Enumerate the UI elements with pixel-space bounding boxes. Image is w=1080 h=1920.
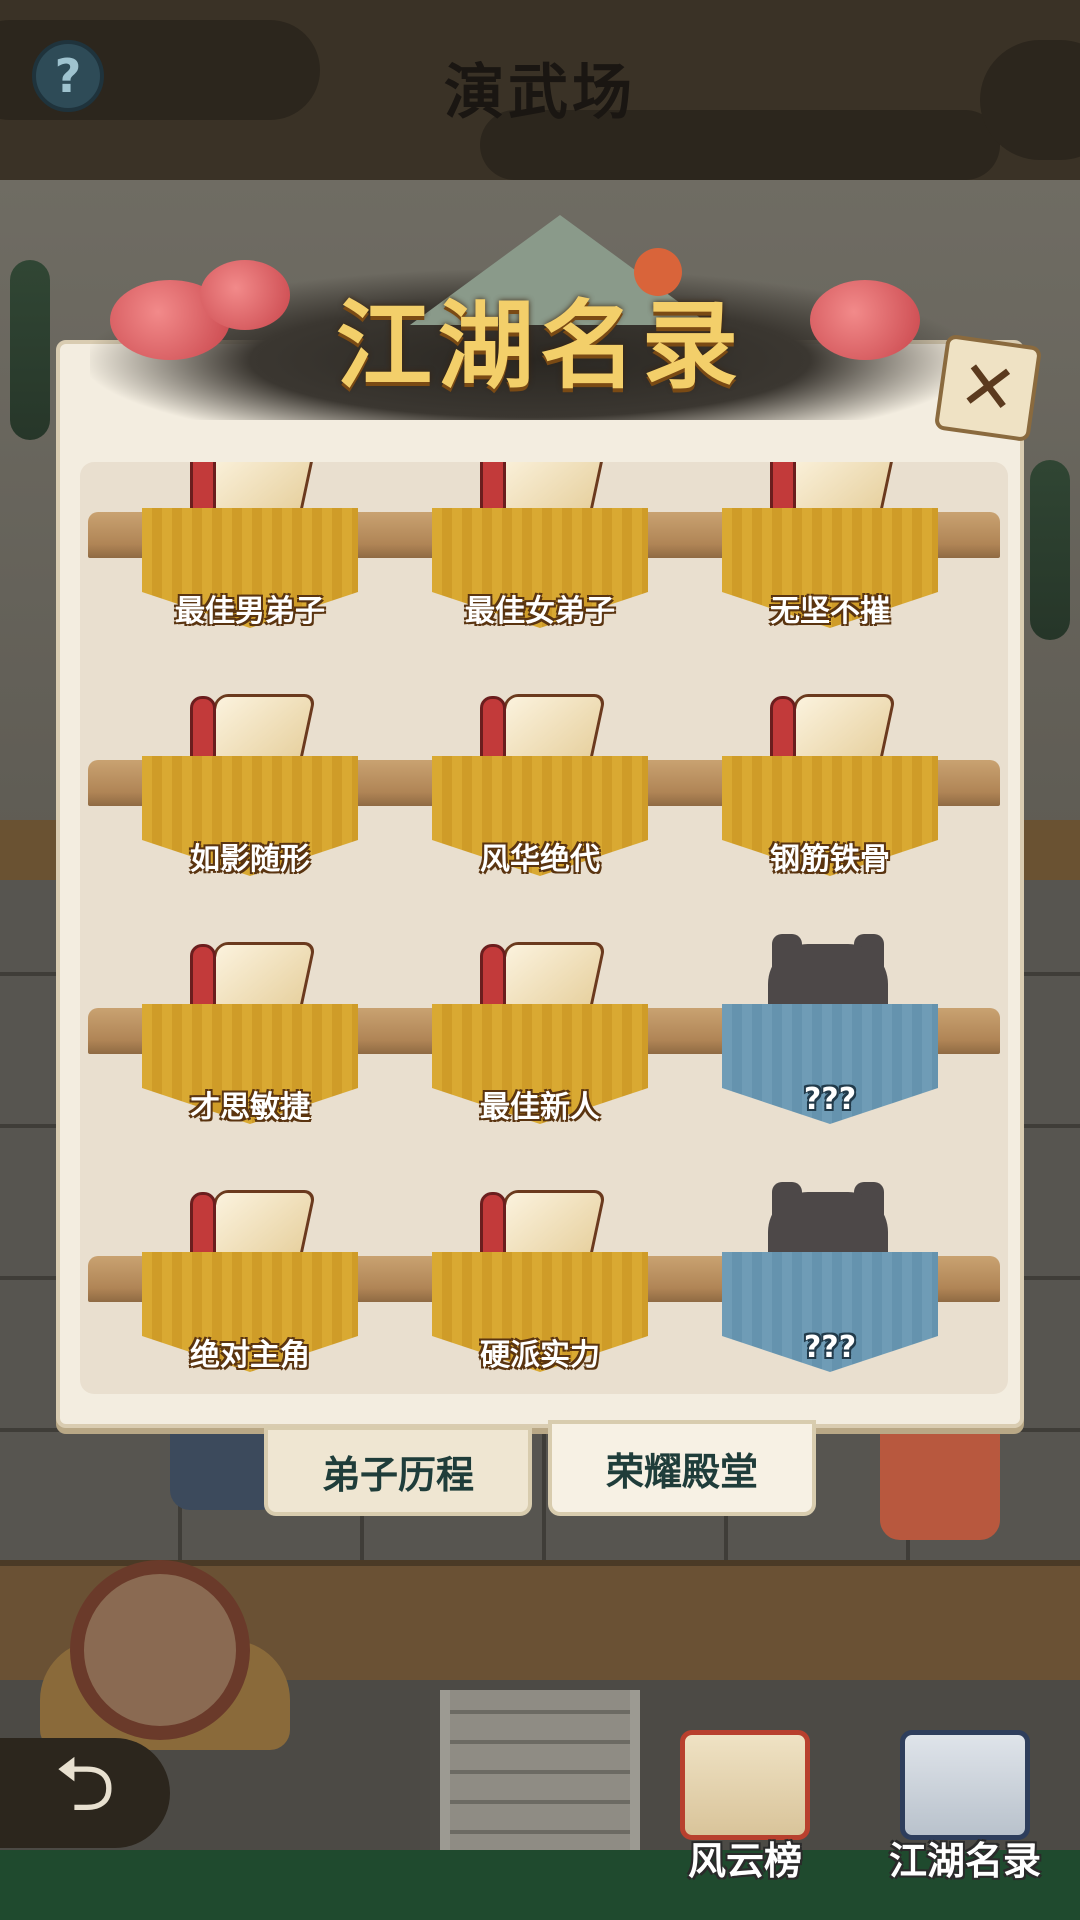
award-card-locked[interactable]: ??? bbox=[722, 1182, 938, 1372]
award-card[interactable]: 钢筋铁骨 bbox=[722, 686, 938, 877]
award-card[interactable]: 最佳新人 bbox=[432, 934, 648, 1125]
ranking-scroll-icon bbox=[680, 1730, 810, 1840]
blossom-tree bbox=[810, 280, 920, 360]
award-label: 无坚不摧 bbox=[770, 594, 890, 629]
award-label: 最佳新人 bbox=[480, 1090, 600, 1125]
award-label: 如影随形 bbox=[190, 842, 310, 877]
nav-roster-label: 江湖名录 bbox=[888, 1838, 1041, 1883]
award-card[interactable]: 最佳男弟子 bbox=[142, 462, 358, 629]
award-label: 最佳女弟子 bbox=[465, 594, 615, 629]
award-label: 最佳男弟子 bbox=[175, 594, 325, 629]
question-mark-icon: ? bbox=[54, 49, 82, 103]
nav-jianghu-roster[interactable]: 江湖名录 bbox=[880, 1730, 1050, 1920]
award-card-locked[interactable]: ??? bbox=[722, 934, 938, 1124]
nav-ranking[interactable]: 风云榜 bbox=[660, 1730, 830, 1920]
blossom-tree bbox=[200, 260, 290, 330]
award-label: ??? bbox=[803, 1330, 857, 1365]
close-button[interactable]: ✕ bbox=[933, 333, 1043, 443]
bamboo-plant bbox=[1030, 460, 1070, 640]
award-card[interactable]: 如影随形 bbox=[142, 686, 358, 877]
back-arrow-icon: ⮌ bbox=[54, 1738, 116, 1828]
award-label: 才思敏捷 bbox=[190, 1090, 310, 1125]
tab-hall-of-honor[interactable]: 荣耀殿堂 bbox=[548, 1420, 816, 1516]
scene-title: 演武场 bbox=[444, 58, 636, 128]
awards-modal: 最佳男弟子 最佳女弟子 无坚不摧如影随形 风华绝代 钢筋铁骨才思敏捷 最佳新人??? 绝对主… bbox=[56, 340, 1024, 1428]
award-card[interactable]: 最佳女弟子 bbox=[432, 462, 648, 629]
back-button[interactable]: ⮌ bbox=[0, 1738, 170, 1848]
book-icon bbox=[900, 1730, 1030, 1840]
award-label: 绝对主角 bbox=[190, 1338, 310, 1373]
nav-ranking-label: 风云榜 bbox=[687, 1838, 802, 1883]
award-card[interactable]: 风华绝代 bbox=[432, 686, 648, 877]
award-label: 钢筋铁骨 bbox=[770, 842, 890, 877]
help-button[interactable]: ? bbox=[32, 40, 104, 112]
award-label: 硬派实力 bbox=[480, 1338, 600, 1373]
award-label: 风华绝代 bbox=[480, 842, 600, 877]
modal-title-banner: 江湖名录 bbox=[30, 210, 1050, 420]
award-label: ??? bbox=[803, 1082, 857, 1117]
award-card[interactable]: 无坚不摧 bbox=[722, 462, 938, 629]
tab-disciple-history[interactable]: 弟子历程 bbox=[264, 1426, 532, 1516]
modal-title: 江湖名录 bbox=[336, 289, 744, 402]
drum[interactable] bbox=[70, 1560, 250, 1740]
award-card[interactable]: 硬派实力 bbox=[432, 1182, 648, 1373]
awards-grid: 最佳男弟子 最佳女弟子 无坚不摧如影随形 风华绝代 钢筋铁骨才思敏捷 最佳新人??? 绝对主… bbox=[80, 462, 1008, 1394]
close-x-icon: ✕ bbox=[954, 344, 1022, 432]
award-card[interactable]: 才思敏捷 bbox=[142, 934, 358, 1125]
award-card[interactable]: 绝对主角 bbox=[142, 1182, 358, 1373]
